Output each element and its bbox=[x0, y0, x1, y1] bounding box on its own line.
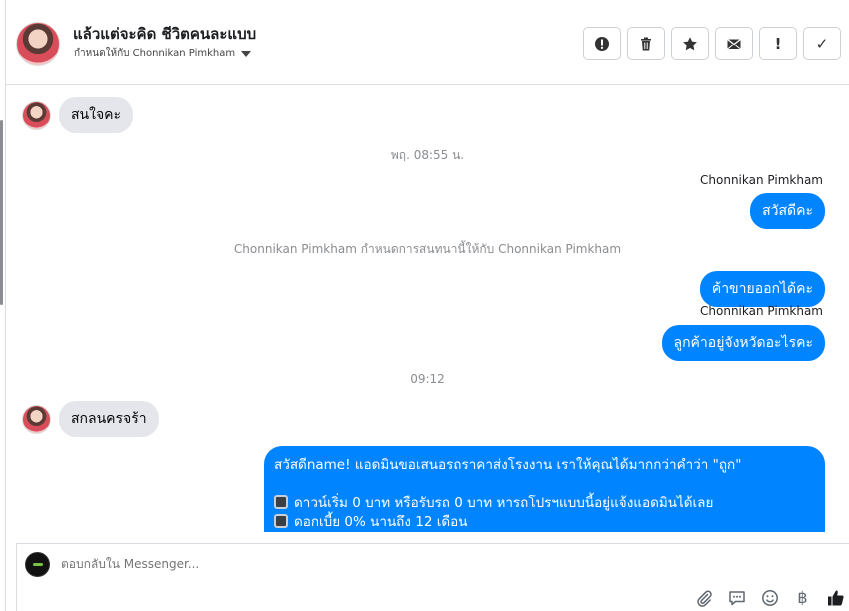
sender-name: Chonnikan Pimkham bbox=[700, 304, 823, 318]
thumbs-up-icon bbox=[827, 590, 844, 605]
attach-button[interactable] bbox=[694, 588, 713, 607]
conversation-header: แล้วแต่จะคิด ชีวิตคนละแบบ กำหนดให้กับ Ch… bbox=[6, 0, 849, 85]
message-thread[interactable]: สนใจคะ พฤ. 08:55 น. Chonnikan Pimkham สว… bbox=[6, 86, 849, 532]
envelope-icon bbox=[727, 38, 741, 49]
message-line-with-emoji: ดอกเบี้ย 0% นานถึง 12 เดือน bbox=[274, 513, 815, 532]
like-button[interactable] bbox=[826, 588, 845, 607]
star-button[interactable] bbox=[671, 27, 709, 60]
assignee-dropdown[interactable]: กำหนดให้กับ Chonnikan Pimkham bbox=[74, 46, 252, 61]
message-line-with-emoji: ดาวน์เริ่ม 0 บาท หรือรับรถ 0 บาท หารถโปร… bbox=[274, 494, 815, 513]
outgoing-message[interactable]: ค้าขายออกได้คะ bbox=[699, 271, 825, 307]
timestamp: พฤ. 08:55 น. bbox=[390, 148, 465, 162]
delete-button[interactable] bbox=[627, 27, 665, 60]
saved-reply-button[interactable] bbox=[727, 588, 746, 607]
star-icon bbox=[683, 36, 697, 50]
contact-name[interactable]: แล้วแต่จะคิด ชีวิตคนละแบบ bbox=[73, 22, 256, 46]
car-emoji-icon bbox=[274, 495, 288, 509]
reply-composer: ฿ bbox=[16, 543, 849, 611]
spam-button[interactable] bbox=[583, 27, 621, 60]
paperclip-icon bbox=[696, 590, 712, 607]
reply-input[interactable] bbox=[61, 557, 661, 571]
message-line: ดาวน์เริ่ม 0 บาท หรือรับรถ 0 บาท หารถโปร… bbox=[294, 495, 714, 511]
message-line: ดอกเบี้ย 0% นานถึง 12 เดือน bbox=[294, 514, 468, 530]
outgoing-long-message[interactable]: สวัสดีname! แอดมินขอเสนอรถราคาส่งโรงงาน … bbox=[264, 446, 825, 532]
outgoing-message[interactable]: ลูกค้าอยู่จังหวัดอะไรคะ bbox=[661, 325, 825, 361]
incoming-message[interactable]: สนใจคะ bbox=[59, 97, 134, 133]
assignee-label: กำหนดให้กับ Chonnikan Pimkham bbox=[74, 48, 236, 59]
emoji-button[interactable] bbox=[760, 588, 779, 607]
emoji-icon bbox=[761, 589, 778, 606]
timestamp: 09:12 bbox=[410, 372, 445, 386]
outgoing-message[interactable]: สวัสดีคะ bbox=[750, 193, 825, 229]
sender-name: Chonnikan Pimkham bbox=[700, 173, 823, 187]
mark-done-button[interactable]: ✓ bbox=[803, 27, 841, 60]
system-message: Chonnikan Pimkham กำหนดการสนทนานี้ให้กับ… bbox=[233, 242, 622, 256]
saved-reply-icon bbox=[728, 590, 745, 605]
incoming-message[interactable]: สกลนครจร้า bbox=[59, 401, 159, 437]
check-icon: ✓ bbox=[815, 34, 829, 53]
contact-avatar-small bbox=[22, 100, 51, 130]
car-emoji-icon bbox=[274, 514, 288, 528]
baht-icon: ฿ bbox=[797, 588, 808, 607]
alert-circle-icon bbox=[595, 36, 609, 51]
header-actions: ! ✓ bbox=[583, 27, 841, 60]
message-row-incoming: สนใจคะ bbox=[22, 97, 134, 133]
message-row-incoming: สกลนครจร้า bbox=[22, 401, 159, 437]
exclamation-icon: ! bbox=[774, 34, 782, 53]
mark-unread-button[interactable] bbox=[715, 27, 753, 60]
trash-icon bbox=[641, 37, 651, 50]
contact-avatar-small bbox=[22, 404, 51, 434]
payment-button[interactable]: ฿ bbox=[793, 588, 812, 607]
page-avatar bbox=[25, 552, 50, 577]
caret-down-icon bbox=[241, 50, 252, 57]
left-scrollbar[interactable] bbox=[0, 120, 3, 305]
follow-up-button[interactable]: ! bbox=[759, 27, 797, 60]
composer-toolbar: ฿ bbox=[694, 588, 845, 607]
contact-avatar[interactable] bbox=[16, 22, 60, 66]
message-line: สวัสดีname! แอดมินขอเสนอรถราคาส่งโรงงาน … bbox=[274, 457, 742, 473]
